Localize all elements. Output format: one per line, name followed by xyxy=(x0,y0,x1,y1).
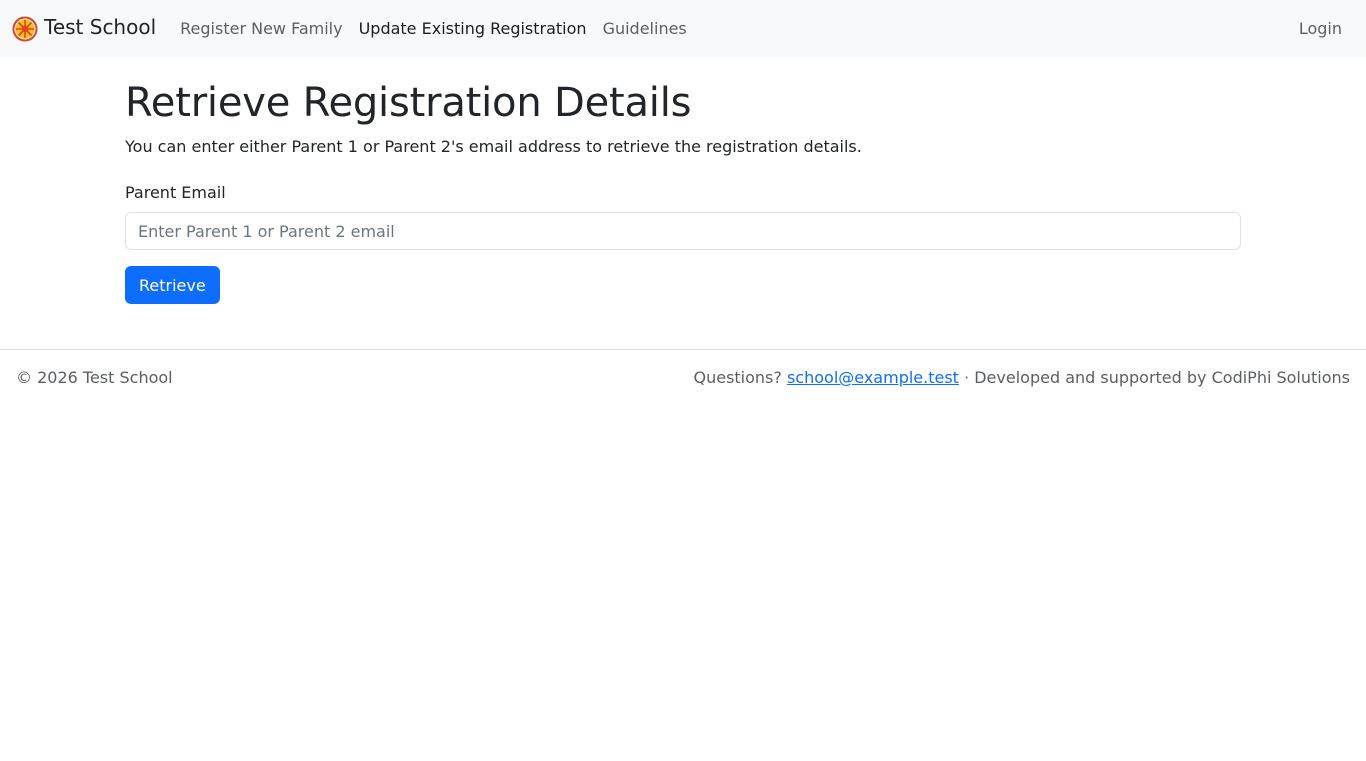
retrieve-form: Parent Email Retrieve xyxy=(125,183,1241,304)
login-link[interactable]: Login xyxy=(1291,19,1350,38)
nav-right: Login xyxy=(1291,19,1350,38)
footer-separator: · xyxy=(964,368,970,387)
contact-email-link[interactable]: school@example.test xyxy=(787,368,959,387)
page-footer: © 2026 Test School Questions? school@exa… xyxy=(0,349,1366,387)
top-navbar: Test School Register New Family Update E… xyxy=(0,0,1366,57)
brand-name: Test School xyxy=(44,15,157,39)
retrieve-button[interactable]: Retrieve xyxy=(125,266,220,304)
main-content: Retrieve Registration Details You can en… xyxy=(125,57,1241,304)
nav-links: Register New Family Update Existing Regi… xyxy=(172,19,695,38)
nav-link-guidelines[interactable]: Guidelines xyxy=(595,19,695,38)
nav-link-register-new-family[interactable]: Register New Family xyxy=(172,19,350,38)
brand-link[interactable]: Test School xyxy=(12,15,157,42)
page-description: You can enter either Parent 1 or Parent … xyxy=(125,137,862,156)
developer-credit: Developed and supported by CodiPhi Solut… xyxy=(974,368,1350,387)
questions-label: Questions? xyxy=(693,368,782,387)
copyright-text: © 2026 Test School xyxy=(16,368,173,387)
nav-link-update-existing-registration[interactable]: Update Existing Registration xyxy=(351,19,595,38)
parent-email-input[interactable] xyxy=(125,212,1241,250)
sun-icon xyxy=(12,16,38,42)
page-title: Retrieve Registration Details xyxy=(125,80,692,126)
parent-email-label: Parent Email xyxy=(125,183,226,202)
footer-right: Questions? school@example.test · Develop… xyxy=(693,368,1350,387)
